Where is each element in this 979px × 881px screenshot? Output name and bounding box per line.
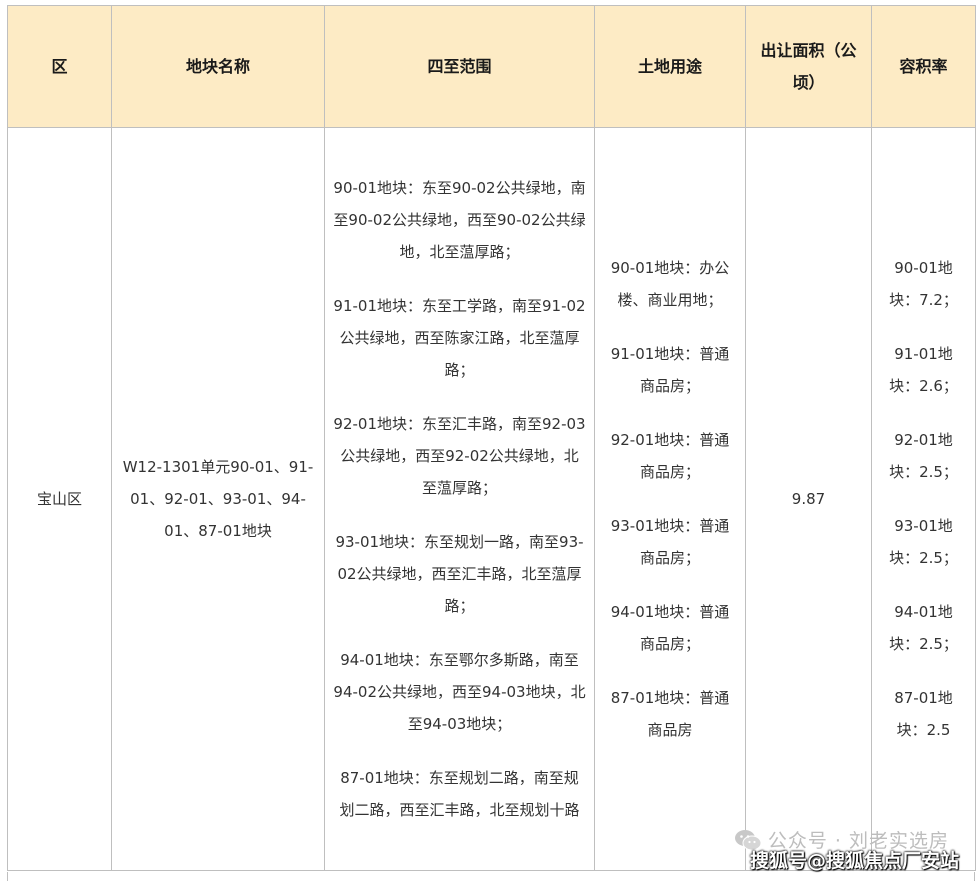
boundary-list: 90-01地块：东至90-02公共绿地，南至90-02公共绿地，西至90-02公… — [325, 172, 594, 826]
boundary-item: 94-01地块：东至鄂尔多斯路，南至94-02公共绿地，西至94-03地块，北至… — [333, 651, 586, 733]
land-use-item: 93-01地块：普通商品房； — [610, 517, 730, 567]
land-use-list: 90-01地块：办公楼、商业用地； 91-01地块：普通商品房； 92-01地块… — [595, 252, 745, 746]
header-parcel-name: 地块名称 — [111, 5, 325, 128]
boundary-item: 92-01地块：东至汇丰路，南至92-03公共绿地，西至92-02公共绿地，北至… — [333, 415, 586, 497]
boundary-item: 90-01地块：东至90-02公共绿地，南至90-02公共绿地，西至90-02公… — [333, 179, 586, 261]
boundary-item: 93-01地块：东至规划一路，南至93-02公共绿地，西至汇丰路，北至蕰厚路； — [335, 533, 584, 615]
cell-land-use: 90-01地块：办公楼、商业用地； 91-01地块：普通商品房； 92-01地块… — [594, 127, 746, 871]
land-use-item: 90-01地块：办公楼、商业用地； — [610, 259, 730, 309]
header-far: 容积率 — [871, 5, 976, 128]
header-boundary: 四至范围 — [324, 5, 595, 128]
far-item: 93-01地块：2.5； — [889, 517, 958, 567]
header-land-use: 土地用途 — [594, 5, 746, 128]
cell-far: 90-01地块：7.2； 91-01地块：2.6； 92-01地块：2.5； 9… — [871, 127, 976, 871]
land-use-item: 94-01地块：普通商品房； — [610, 603, 730, 653]
land-use-item: 92-01地块：普通商品房； — [610, 431, 730, 481]
land-use-item: 87-01地块：普通商品房 — [610, 689, 730, 739]
cell-district: 宝山区 — [7, 127, 112, 871]
land-transfer-table: 区 地块名称 四至范围 土地用途 出让面积（公顷） 容积率 宝山区 W12-13… — [7, 5, 976, 871]
cell-area: 9.87 — [745, 127, 872, 871]
table-header-row: 区 地块名称 四至范围 土地用途 出让面积（公顷） 容积率 — [7, 5, 976, 128]
cell-parcel-name: W12-1301单元90-01、91-01、92-01、93-01、94-01、… — [111, 127, 325, 871]
far-item: 87-01地块：2.5 — [894, 689, 953, 739]
header-area: 出让面积（公顷） — [745, 5, 872, 128]
table-bottom-edge — [7, 872, 975, 881]
table-row: 宝山区 W12-1301单元90-01、91-01、92-01、93-01、94… — [7, 127, 976, 871]
boundary-item: 87-01地块：东至规划二路，南至规划二路，西至汇丰路，北至规划十路 — [339, 769, 580, 819]
far-item: 92-01地块：2.5； — [889, 431, 958, 481]
far-item: 90-01地块：7.2； — [889, 259, 958, 309]
header-district: 区 — [7, 5, 112, 128]
far-item: 94-01地块：2.5； — [889, 603, 958, 653]
parcel-name-text: W12-1301单元90-01、91-01、92-01、93-01、94-01、… — [122, 458, 314, 540]
cell-boundary: 90-01地块：东至90-02公共绿地，南至90-02公共绿地，西至90-02公… — [324, 127, 595, 871]
land-use-item: 91-01地块：普通商品房； — [610, 345, 730, 395]
far-item: 91-01地块：2.6； — [889, 345, 958, 395]
boundary-item: 91-01地块：东至工学路，南至91-02公共绿地，西至陈家江路，北至蕰厚路； — [333, 297, 586, 379]
watermark-source: 搜狐号@搜狐焦点厂安站 — [749, 850, 959, 872]
far-list: 90-01地块：7.2； 91-01地块：2.6； 92-01地块：2.5； 9… — [872, 252, 975, 746]
